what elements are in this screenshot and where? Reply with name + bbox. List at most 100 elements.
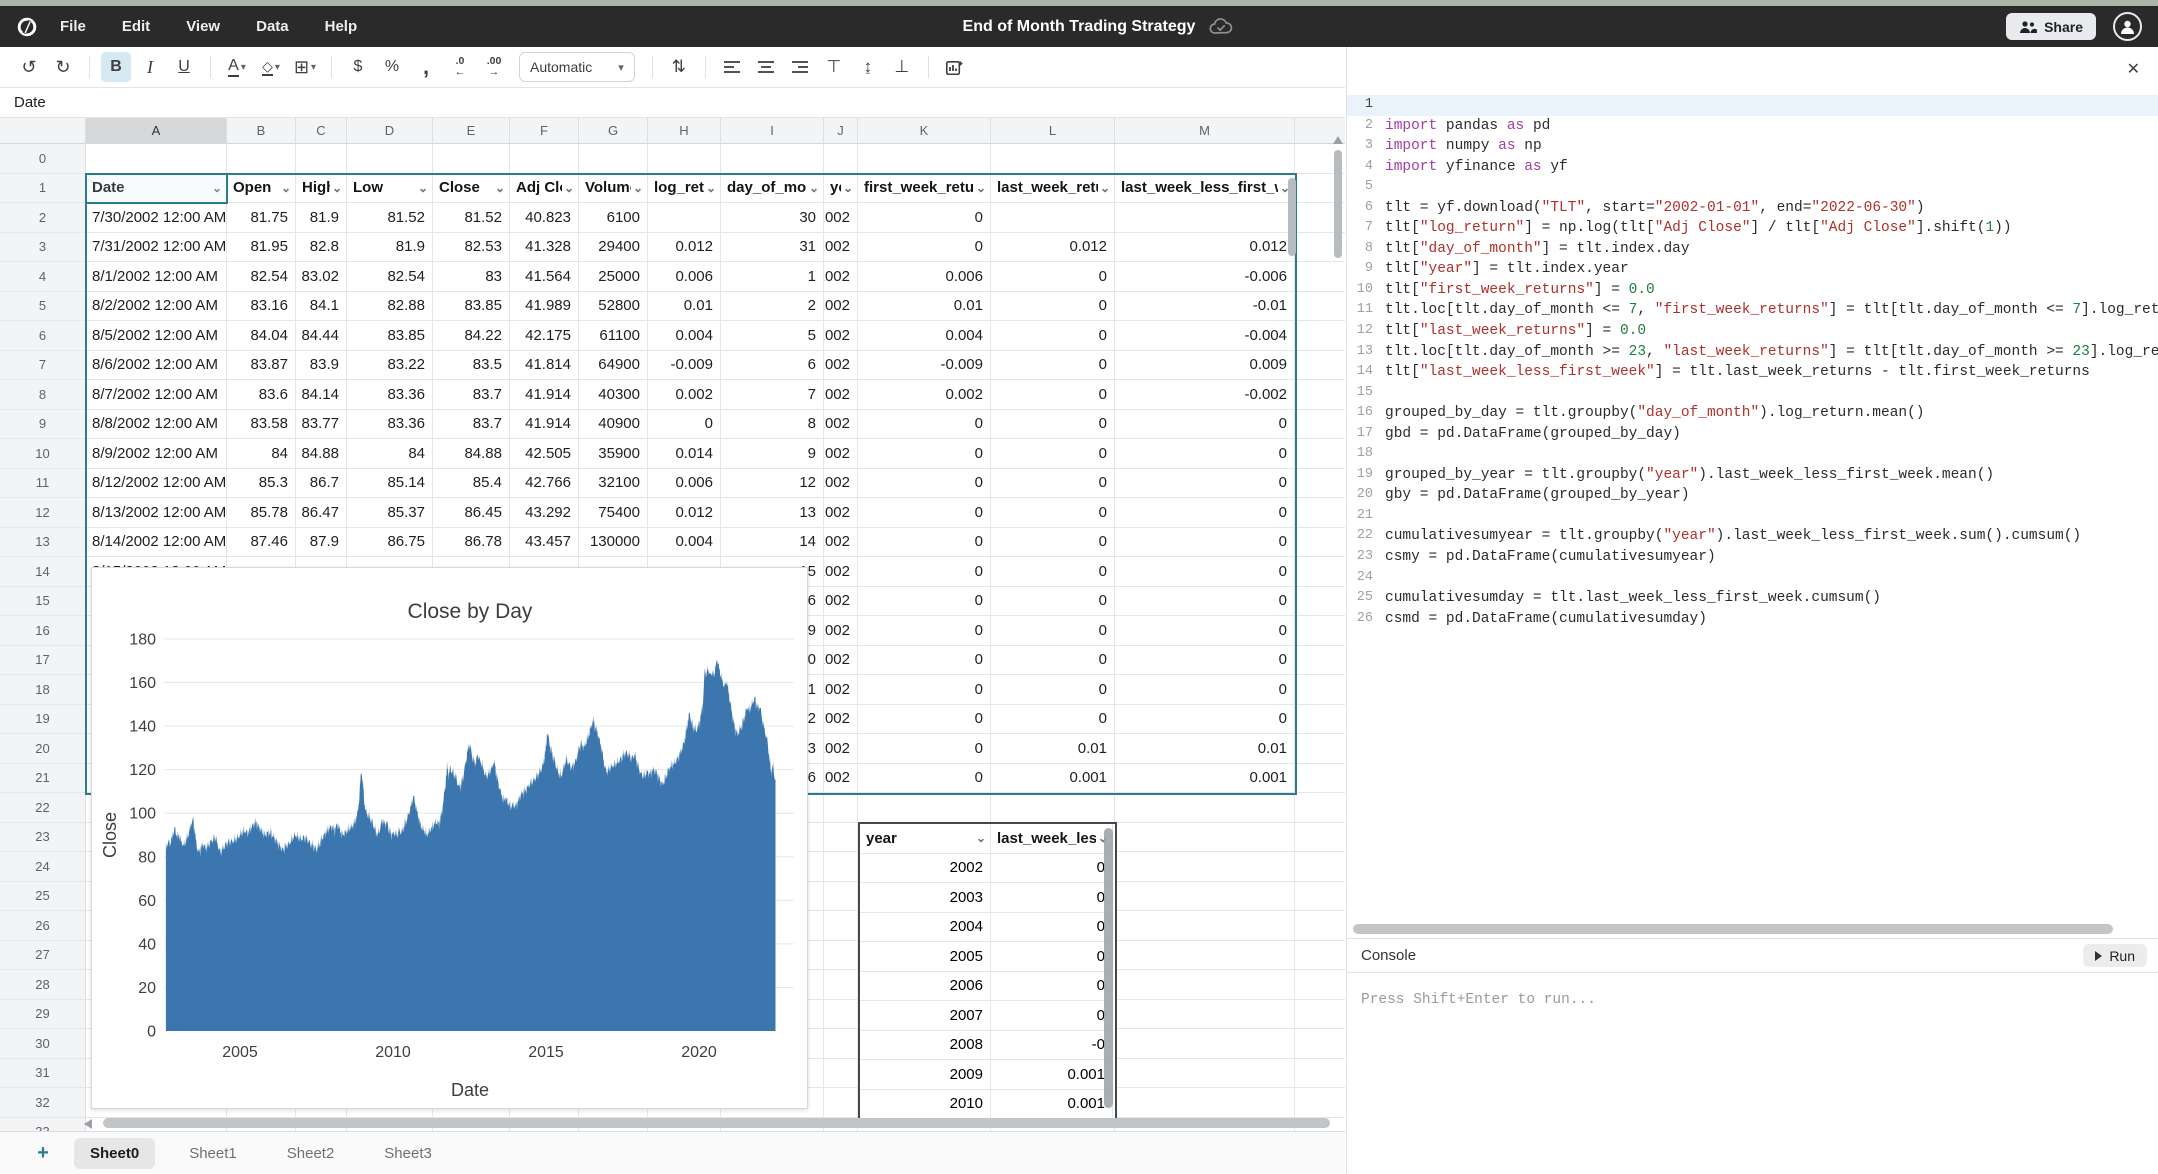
cell-D7[interactable]: 83.22 xyxy=(347,350,433,380)
cell-B6[interactable]: 84.04 xyxy=(227,321,296,351)
code-line-14[interactable]: 14 tlt["last_week_less_first_week"] = tlt… xyxy=(1347,362,2158,383)
cell-G8[interactable]: 40300 xyxy=(579,380,648,410)
table2-cell[interactable]: 2006 xyxy=(860,971,991,1001)
header-cell-day_of_month[interactable]: day_of_month⌄ xyxy=(721,173,824,203)
code-line-15[interactable]: 15 xyxy=(1347,383,2158,404)
col-header-I[interactable]: I xyxy=(721,118,824,144)
cell-J0[interactable] xyxy=(824,144,858,174)
bold-button[interactable]: B xyxy=(101,52,131,82)
cell-A4[interactable]: 8/1/2002 12:00 AM xyxy=(86,262,227,292)
row-header-7[interactable]: 7 xyxy=(0,350,86,380)
chevron-down-icon[interactable]: ⌄ xyxy=(564,181,574,195)
cell-A9[interactable]: 8/8/2002 12:00 AM xyxy=(86,409,227,439)
cell-C0[interactable] xyxy=(296,144,347,174)
sheet-horizontal-scrollbar[interactable] xyxy=(103,1118,1330,1128)
cell-L7[interactable]: 0 xyxy=(991,350,1115,380)
col-header-G[interactable]: G xyxy=(579,118,648,144)
cell-M28[interactable] xyxy=(1115,970,1295,1000)
table2-cell[interactable]: 0 xyxy=(991,912,1113,942)
cell-D0[interactable] xyxy=(347,144,433,174)
cell-C5[interactable]: 84.1 xyxy=(296,291,347,321)
table2-cell[interactable]: 0 xyxy=(991,1001,1113,1031)
cell-G6[interactable]: 61100 xyxy=(579,321,648,351)
cell-M24[interactable] xyxy=(1115,852,1295,882)
cell-A13[interactable]: 8/14/2002 12:00 AM xyxy=(86,527,227,557)
cell-D8[interactable]: 83.36 xyxy=(347,380,433,410)
row-header-27[interactable]: 27 xyxy=(0,940,86,970)
align-bottom-button[interactable]: ⊥ xyxy=(887,52,917,82)
cell-F2[interactable]: 40.823 xyxy=(510,203,579,233)
cell-G4[interactable]: 25000 xyxy=(579,262,648,292)
chevron-down-icon[interactable]: ⌄ xyxy=(976,181,986,195)
cell-M10[interactable]: 0 xyxy=(1115,439,1295,469)
decrease-decimals-button[interactable]: .0 ← xyxy=(445,52,475,82)
cell-A10[interactable]: 8/9/2002 12:00 AM xyxy=(86,439,227,469)
cell-J8[interactable]: 2002 xyxy=(824,380,858,410)
cell-C4[interactable]: 83.02 xyxy=(296,262,347,292)
code-line-23[interactable]: 23 csmy = pd.DataFrame(cumulativesumyear) xyxy=(1347,547,2158,568)
cell-J32[interactable] xyxy=(824,1088,858,1118)
table2-cell[interactable]: 2003 xyxy=(860,883,991,913)
row-header-15[interactable]: 15 xyxy=(0,586,86,616)
align-left-button[interactable] xyxy=(717,52,747,82)
table2-cell[interactable]: 0.001 xyxy=(991,1089,1113,1119)
code-line-7[interactable]: 7 tlt["log_return"] = np.log(tlt["Adj Clo… xyxy=(1347,218,2158,239)
code-editor[interactable]: 1 2 import pandas as pd 3 import numpy as np… xyxy=(1347,95,2158,629)
currency-format-button[interactable]: $ xyxy=(343,52,373,82)
cell-D12[interactable]: 85.37 xyxy=(347,498,433,528)
cell-L10[interactable]: 0 xyxy=(991,439,1115,469)
code-line-21[interactable]: 21 xyxy=(1347,506,2158,527)
cell-F0[interactable] xyxy=(510,144,579,174)
cell-C10[interactable]: 84.88 xyxy=(296,439,347,469)
cell-J26[interactable] xyxy=(824,911,858,941)
cell-G3[interactable]: 29400 xyxy=(579,232,648,262)
cell-M0[interactable] xyxy=(1115,144,1295,174)
close-panel-icon[interactable]: ✕ xyxy=(2127,59,2140,79)
table1-scrollbar-thumb[interactable] xyxy=(1288,178,1296,256)
row-header-18[interactable]: 18 xyxy=(0,675,86,705)
header-cell-Low[interactable]: Low ⌄ xyxy=(347,173,433,203)
header-cell-log_return[interactable]: log_return⌄ xyxy=(648,173,721,203)
table2-cell[interactable]: 0 xyxy=(991,853,1113,883)
cell-A0[interactable] xyxy=(86,144,227,174)
cell-H8[interactable]: 0.002 xyxy=(648,380,721,410)
number-format-select[interactable]: Automatic ▾ xyxy=(519,52,635,82)
col-header-A[interactable]: A xyxy=(86,118,227,144)
cell-J14[interactable]: 2002 xyxy=(824,557,858,587)
cell-F11[interactable]: 42.766 xyxy=(510,468,579,498)
cell-E3[interactable]: 82.53 xyxy=(433,232,510,262)
cell-J17[interactable]: 2002 xyxy=(824,645,858,675)
cell-G10[interactable]: 35900 xyxy=(579,439,648,469)
sheet-tab-sheet1[interactable]: Sheet1 xyxy=(173,1138,253,1169)
cell-L14[interactable]: 0 xyxy=(991,557,1115,587)
cell-I0[interactable] xyxy=(721,144,824,174)
code-line-19[interactable]: 19 grouped_by_year = tlt.groupby("year").… xyxy=(1347,465,2158,486)
code-line-17[interactable]: 17 gbd = pd.DataFrame(grouped_by_day) xyxy=(1347,424,2158,445)
cell-K3[interactable]: 0 xyxy=(858,232,991,262)
cell-D4[interactable]: 82.54 xyxy=(347,262,433,292)
cell-K14[interactable]: 0 xyxy=(858,557,991,587)
cell-F10[interactable]: 42.505 xyxy=(510,439,579,469)
table2-cell[interactable]: 2010 xyxy=(860,1089,991,1119)
cell-F5[interactable]: 41.989 xyxy=(510,291,579,321)
code-line-6[interactable]: 6 tlt = yf.download("TLT", start="2002-01… xyxy=(1347,198,2158,219)
run-button[interactable]: Run xyxy=(2083,944,2147,967)
code-line-2[interactable]: 2 import pandas as pd xyxy=(1347,116,2158,137)
increase-decimals-button[interactable]: .00 → xyxy=(479,52,509,82)
cell-A11[interactable]: 8/12/2002 12:00 AM xyxy=(86,468,227,498)
app-logo-icon[interactable] xyxy=(16,16,38,38)
sheet-tab-sheet3[interactable]: Sheet3 xyxy=(368,1138,448,1169)
code-line-4[interactable]: 4 import yfinance as yf xyxy=(1347,157,2158,178)
cell-M26[interactable] xyxy=(1115,911,1295,941)
row-header-29[interactable]: 29 xyxy=(0,999,86,1029)
cell-K12[interactable]: 0 xyxy=(858,498,991,528)
percent-format-button[interactable]: % xyxy=(377,52,407,82)
row-header-14[interactable]: 14 xyxy=(0,557,86,587)
cell-I7[interactable]: 6 xyxy=(721,350,824,380)
cell-G7[interactable]: 64900 xyxy=(579,350,648,380)
col-header-F[interactable]: F xyxy=(510,118,579,144)
cell-K18[interactable]: 0 xyxy=(858,675,991,705)
menu-file[interactable]: File xyxy=(60,18,86,35)
cell-M8[interactable]: -0.002 xyxy=(1115,380,1295,410)
row-header-11[interactable]: 11 xyxy=(0,468,86,498)
